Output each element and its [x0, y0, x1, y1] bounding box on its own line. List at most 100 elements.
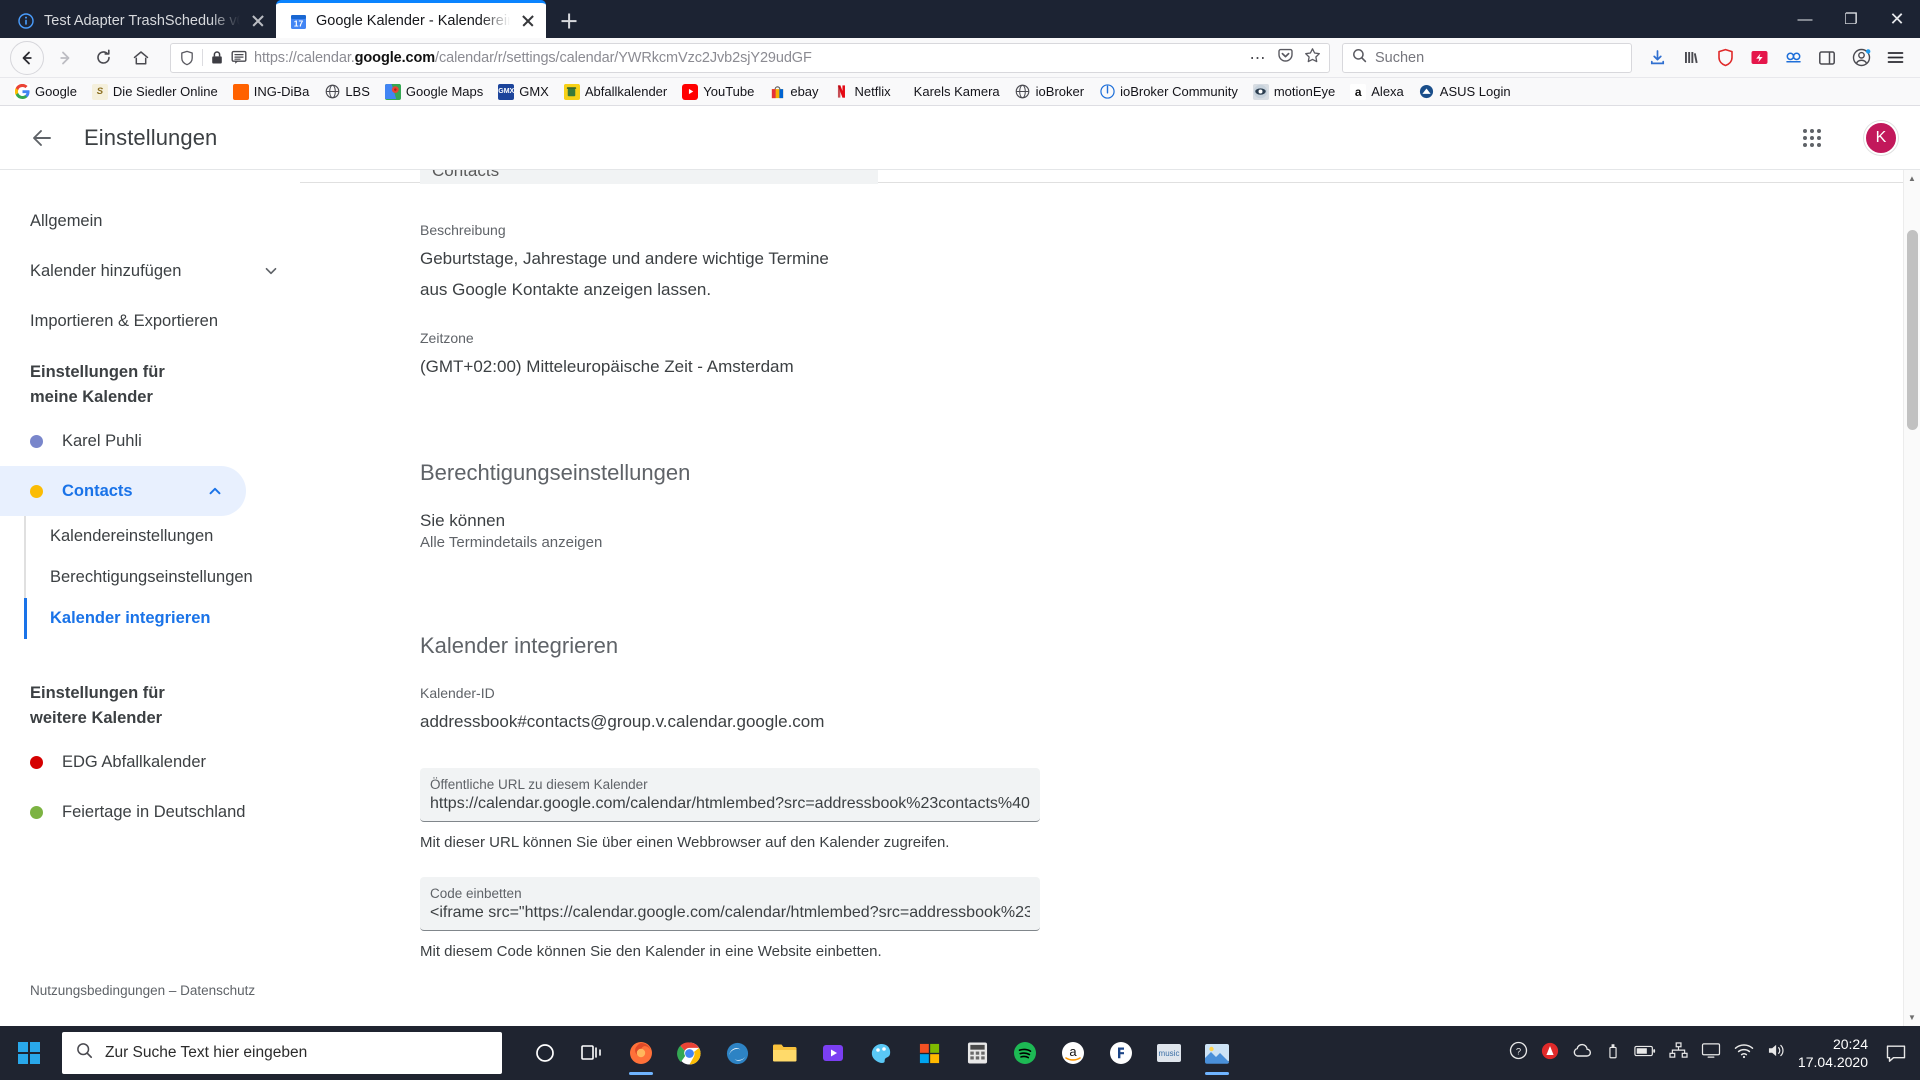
windows-start-icon[interactable] — [0, 1026, 58, 1080]
arrow-left-icon[interactable] — [22, 118, 62, 158]
monitor-icon[interactable] — [1701, 1042, 1721, 1064]
page-scrollbar[interactable]: ▲ ▼ — [1903, 170, 1920, 1026]
paint3d-icon[interactable] — [860, 1030, 902, 1076]
bookmark-item[interactable]: ASUS Login — [1413, 82, 1517, 102]
edge-icon[interactable] — [716, 1030, 758, 1076]
file-explorer-icon[interactable] — [764, 1030, 806, 1076]
bookmark-item[interactable]: Google Maps — [379, 82, 489, 102]
bookmark-item[interactable]: S Die Siedler Online — [86, 82, 224, 102]
embed-code-value[interactable]: <iframe src="https://calendar.google.com… — [430, 904, 1030, 922]
network-share-icon[interactable] — [1669, 1042, 1688, 1064]
search-input[interactable] — [1375, 49, 1622, 66]
pocket-icon[interactable] — [1277, 47, 1294, 69]
reload-icon[interactable] — [86, 41, 120, 75]
bookmark-star-icon[interactable] — [1304, 47, 1321, 69]
chevron-down-icon[interactable] — [262, 262, 280, 280]
sidebar-item-berechtigungseinstellungen[interactable]: Berechtigungseinstellungen — [30, 557, 300, 598]
notification-icon[interactable] — [1882, 1044, 1910, 1063]
cloud-icon[interactable] — [1572, 1043, 1592, 1064]
spotify-icon[interactable] — [1004, 1030, 1046, 1076]
battery-tray-icon[interactable] — [1634, 1044, 1656, 1063]
avira-icon[interactable] — [1541, 1042, 1559, 1065]
sidebar-calendar-contacts[interactable]: Contacts — [0, 466, 246, 516]
malware-extension-icon[interactable] — [1744, 43, 1774, 73]
close-window-button[interactable]: ✕ — [1874, 0, 1920, 38]
bookmark-item[interactable]: motionEye — [1247, 82, 1341, 102]
page-actions-icon[interactable]: ⋯ — [1250, 48, 1268, 68]
sidebar-calendar-karel-puhli[interactable]: Karel Puhli — [0, 416, 300, 466]
back-button[interactable] — [10, 40, 44, 75]
addon-icon[interactable] — [1778, 43, 1808, 73]
forward-button[interactable] — [48, 41, 82, 75]
sidebar-calendar-feiertage[interactable]: Feiertage in Deutschland — [0, 787, 300, 837]
bookmark-item[interactable]: Google — [8, 82, 83, 102]
bookmark-item[interactable]: GMX GMX — [492, 82, 555, 102]
microsoft-store-icon[interactable] — [908, 1030, 950, 1076]
hamburger-menu-icon[interactable] — [1880, 43, 1910, 73]
grid-apps-icon[interactable] — [1792, 118, 1832, 158]
bookmark-item[interactable]: ING-DiBa — [227, 82, 316, 102]
scroll-down-arrow-icon[interactable]: ▼ — [1904, 1009, 1920, 1026]
bookmark-item[interactable]: ebay — [763, 82, 824, 102]
taskbar-search-box[interactable]: Zur Suche Text hier eingeben — [62, 1032, 502, 1074]
bookmark-item[interactable]: LBS — [318, 82, 376, 102]
new-tab-button[interactable] — [552, 4, 586, 38]
minimize-button[interactable]: — — [1782, 0, 1828, 38]
site-permissions-icon[interactable] — [231, 50, 247, 65]
fritzbox-icon[interactable] — [1100, 1030, 1142, 1076]
maximize-button[interactable]: ❐ — [1828, 0, 1874, 38]
scroll-up-arrow-icon[interactable]: ▲ — [1904, 170, 1920, 187]
wifi-icon[interactable] — [1734, 1043, 1754, 1064]
bookmark-item[interactable]: YouTube — [676, 82, 760, 102]
media-player-icon[interactable] — [812, 1030, 854, 1076]
browser-search-box[interactable] — [1342, 42, 1632, 73]
bookmark-item[interactable]: Karels Kamera — [900, 82, 1006, 101]
photos-icon[interactable] — [1196, 1030, 1238, 1076]
bookmark-item[interactable]: Abfallkalender — [558, 82, 673, 102]
legal-links[interactable]: Nutzungsbedingungen – Datenschutz — [30, 983, 255, 998]
browser-tab-1[interactable]: Test Adapter TrashSchedule v0.0 — [4, 4, 276, 38]
sidebar-item-importieren-exportieren[interactable]: Importieren & Exportieren — [0, 296, 300, 346]
home-icon[interactable] — [124, 41, 158, 75]
firefox-icon[interactable] — [620, 1030, 662, 1076]
avira-shield-icon[interactable] — [1710, 43, 1740, 73]
sidebar-item-kalendereinstellungen[interactable]: Kalendereinstellungen — [30, 516, 300, 557]
sidebar-item-kalender-hinzufuegen[interactable]: Kalender hinzufügen — [0, 246, 300, 296]
calendar-id-value[interactable]: addressbook#contacts@group.v.calendar.go… — [420, 706, 1880, 737]
calendar-name-field-clipped[interactable]: Contacts — [420, 170, 878, 184]
avatar[interactable]: K — [1864, 120, 1898, 155]
sidebar-item-kalender-integrieren[interactable]: Kalender integrieren — [24, 598, 300, 639]
chevron-up-icon[interactable] — [206, 482, 224, 500]
library-icon[interactable] — [1676, 43, 1706, 73]
volume-icon[interactable] — [1767, 1042, 1786, 1064]
embed-code-field[interactable]: Code einbetten <iframe src="https://cale… — [420, 877, 1040, 931]
browser-tab-2[interactable]: 17 Google Kalender - Kalendereins — [276, 0, 546, 38]
account-icon[interactable] — [1846, 43, 1876, 73]
sidebar-calendar-edg-abfallkalender[interactable]: EDG Abfallkalender — [0, 737, 300, 787]
taskbar-clock[interactable]: 20:24 17.04.2020 — [1798, 1035, 1870, 1071]
lock-icon[interactable] — [210, 50, 224, 65]
shield-icon[interactable] — [179, 50, 195, 66]
bookmark-item[interactable]: a Alexa — [1344, 82, 1410, 102]
address-bar[interactable]: https://calendar.google.com/calendar/r/s… — [170, 42, 1330, 73]
cortana-icon[interactable] — [524, 1030, 566, 1076]
scrollbar-thumb[interactable] — [1907, 230, 1918, 430]
bookmark-item[interactable]: ioBroker — [1009, 82, 1090, 102]
music-icon[interactable]: music — [1148, 1030, 1190, 1076]
public-url-value[interactable]: https://calendar.google.com/calendar/htm… — [430, 795, 1030, 813]
sidebar-item-allgemein[interactable]: Allgemein — [0, 196, 300, 246]
amazon-icon[interactable]: a — [1052, 1030, 1094, 1076]
calculator-icon[interactable] — [956, 1030, 998, 1076]
downloads-icon[interactable] — [1642, 43, 1672, 73]
chrome-icon[interactable] — [668, 1030, 710, 1076]
bookmark-item[interactable]: ioBroker Community — [1093, 82, 1244, 102]
bookmark-item[interactable]: Netflix — [828, 82, 897, 102]
close-icon[interactable] — [249, 12, 267, 30]
public-url-field[interactable]: Öffentliche URL zu diesem Kalender https… — [420, 768, 1040, 822]
task-view-icon[interactable] — [572, 1030, 614, 1076]
close-icon[interactable] — [519, 12, 537, 30]
usb-icon[interactable] — [1605, 1042, 1621, 1065]
sidebar-toggle-icon[interactable] — [1812, 43, 1842, 73]
help-circle-icon[interactable]: ? — [1509, 1041, 1528, 1065]
timezone-label: Zeitzone — [420, 330, 474, 346]
